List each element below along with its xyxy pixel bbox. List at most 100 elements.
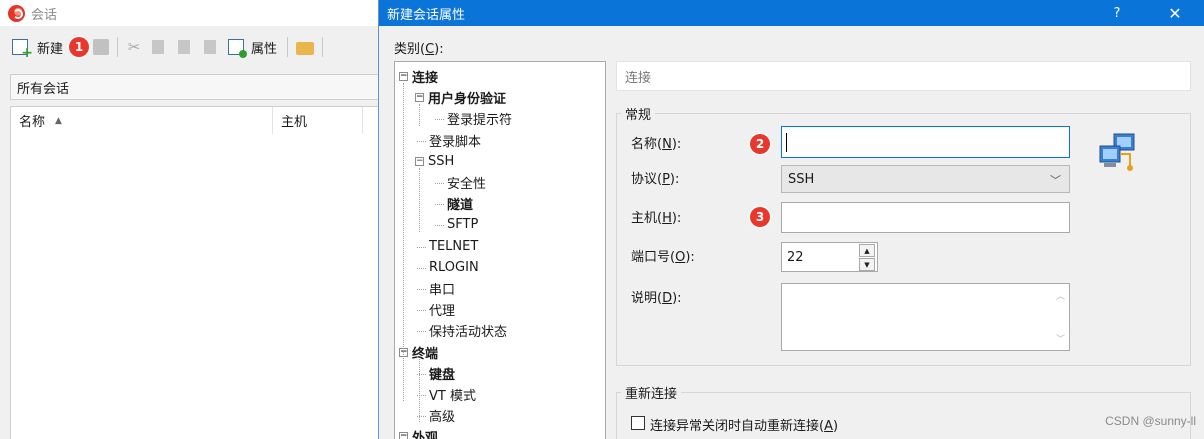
tree-item-label: 串口 [429, 283, 456, 298]
delete-icon[interactable] [204, 40, 217, 54]
network-computers-icon [1099, 133, 1135, 171]
tree-item-label: 键盘 [429, 367, 456, 383]
name-label-prefix: 名称( [631, 137, 663, 152]
tree-item[interactable]: 高级 [429, 405, 455, 426]
connect-icon[interactable] [93, 39, 110, 55]
step-badge-3: 3 [750, 207, 770, 227]
auto-reconnect-label[interactable]: 连接异常关闭时自动重新连接(A) [650, 415, 838, 434]
category-label: 类别(C): [394, 38, 444, 57]
port-decrement-button[interactable]: ▼ [859, 258, 875, 271]
tree-item[interactable]: RLOGIN [429, 257, 479, 278]
cut-icon[interactable]: ✂ [126, 39, 142, 55]
column-name-label: 名称 [19, 115, 46, 130]
host-label: 主机(H): [631, 207, 681, 226]
host-field[interactable] [781, 202, 1070, 233]
tree-connector [419, 168, 420, 232]
tree-item[interactable]: 隧道 [447, 193, 473, 214]
tree-item[interactable]: 代理 [429, 299, 455, 320]
auto-reconnect-checkbox[interactable] [631, 416, 645, 430]
paste-icon[interactable] [178, 40, 191, 54]
description-label-key: D [662, 291, 673, 306]
properties-button[interactable]: 属性 [226, 35, 279, 59]
tree-connector [435, 204, 444, 206]
description-field[interactable]: ︿ ﹀ [781, 283, 1070, 351]
watermark: CSDN @sunny-ll [1105, 414, 1196, 428]
scroll-down-icon[interactable]: ﹀ [1056, 332, 1065, 345]
port-label-prefix: 端口号( [631, 250, 676, 265]
tree-item-label: SFTP [447, 217, 479, 233]
sessions-titlebar: 会话 [0, 0, 380, 26]
tree-collapse-icon[interactable]: − [415, 93, 424, 103]
tree-item[interactable]: VT 模式 [429, 384, 476, 405]
tree-connector [435, 225, 444, 227]
protocol-label-prefix: 协议( [631, 172, 663, 187]
xshell-logo-icon [8, 4, 25, 22]
name-label: 名称(N): [631, 133, 681, 152]
tree-item[interactable]: 登录提示符 [447, 108, 512, 129]
toolbar-separator [322, 37, 324, 57]
tree-item-label: 登录脚本 [429, 134, 482, 150]
tree-item-label: 安全性 [447, 177, 487, 192]
tree-connector [417, 140, 426, 142]
tree-connector [435, 119, 444, 121]
tree-item-label: 高级 [429, 410, 456, 426]
tree-item[interactable]: − 外观 [399, 426, 438, 439]
protocol-select[interactable]: SSH ﹀ [781, 165, 1070, 193]
properties-label: 属性 [251, 41, 278, 57]
description-label-prefix: 说明( [631, 291, 663, 306]
help-button[interactable]: ? [1102, 0, 1132, 26]
port-label-key: O [675, 250, 686, 265]
category-label-prefix: 类别( [394, 42, 426, 57]
description-label-suffix: ): [672, 291, 682, 306]
close-button[interactable]: ✕ [1160, 0, 1190, 26]
tree-item[interactable]: TELNET [429, 236, 478, 257]
sessions-list[interactable]: 名称 ▲ 主机 [10, 106, 380, 439]
sort-ascending-icon: ▲ [55, 115, 62, 126]
tree-connector [435, 183, 444, 184]
tree-item[interactable]: − 连接 [399, 66, 438, 87]
new-session-button[interactable]: 新建 [10, 35, 65, 61]
tree-item-label: 代理 [429, 304, 456, 320]
toolbar-separator [287, 37, 289, 57]
port-increment-button[interactable]: ▲ [859, 244, 875, 257]
tree-item-label: 登录提示符 [447, 113, 513, 129]
all-sessions-label: 所有会话 [17, 81, 70, 97]
tree-collapse-icon[interactable]: − [399, 432, 408, 439]
general-group-title: 常规 [621, 104, 656, 123]
tree-connector [417, 331, 426, 333]
auto-reconnect-label-prefix: 连接异常关闭时自动重新连接( [650, 419, 825, 434]
tree-item[interactable]: 登录脚本 [429, 130, 481, 151]
port-value: 22 [787, 249, 804, 265]
step-badge-1: 1 [69, 37, 90, 57]
column-header-name[interactable]: 名称 ▲ [11, 107, 273, 134]
copy-icon[interactable] [152, 40, 165, 54]
new-session-properties-dialog: 新建会话属性 ? ✕ 类别(C): − 连接 − 用户身份验证 登录提示符 登录脚本 − SS… [378, 0, 1204, 439]
sessions-list-header: 名称 ▲ 主机 [11, 107, 380, 135]
tree-collapse-icon[interactable]: − [415, 156, 424, 166]
dialog-title: 新建会话属性 [387, 7, 466, 23]
tree-item[interactable]: 键盘 [429, 363, 455, 384]
column-header-host[interactable]: 主机 [273, 107, 363, 134]
tree-item[interactable]: − SSH [415, 151, 454, 172]
host-label-prefix: 主机( [631, 211, 663, 226]
tree-item[interactable]: 串口 [429, 278, 455, 299]
category-label-key: C [425, 42, 435, 57]
tree-item[interactable]: − 用户身份验证 [415, 87, 506, 108]
all-sessions-path[interactable]: 所有会话 [10, 74, 380, 100]
folder-icon[interactable] [296, 41, 315, 55]
description-label: 说明(D): [631, 287, 682, 306]
tree-item[interactable]: SFTP [447, 214, 478, 235]
name-field[interactable] [781, 126, 1070, 158]
category-tree[interactable]: − 连接 − 用户身份验证登录提示符登录脚本 − SSH 安全性 隧道 SFTP TELNET RL… [394, 61, 606, 439]
sessions-window: 会话 新建 1 ✂ 属性 所有会话 名称 ▲ 主机 [0, 0, 380, 439]
host-label-key: H [662, 211, 672, 226]
scroll-up-icon[interactable]: ︿ [1056, 289, 1065, 302]
step-badge-2: 2 [750, 134, 770, 154]
tree-item[interactable]: 保持活动状态 [429, 320, 507, 341]
tree-collapse-icon[interactable]: − [399, 72, 408, 81]
tree-item-label: 终端 [412, 346, 439, 362]
protocol-label-key: P [662, 172, 670, 187]
name-label-key: N [662, 137, 672, 152]
tree-item[interactable]: 安全性 [447, 172, 486, 193]
dialog-titlebar: 新建会话属性 ? ✕ [379, 0, 1204, 26]
